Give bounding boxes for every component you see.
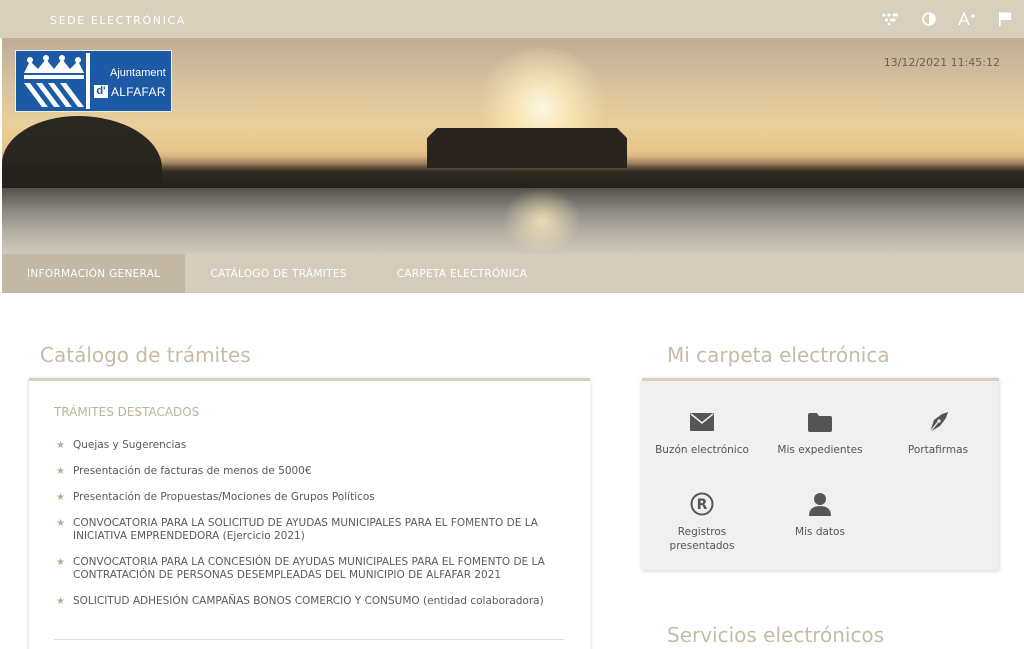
- pen-nib-icon: [878, 409, 998, 435]
- tramite-link[interactable]: CONVOCATORIA PARA LA SOLICITUD DE AYUDAS…: [73, 517, 538, 542]
- tab-catalogo-tramites[interactable]: CATÁLOGO DE TRÁMITES: [185, 254, 371, 293]
- tab-informacion-general[interactable]: INFORMACIÓN GENERAL: [2, 254, 186, 293]
- carpeta-item-expedientes[interactable]: Mis expedientes: [760, 409, 880, 457]
- tramites-heading: TRÁMITES DESTACADOS: [54, 405, 200, 419]
- envelope-icon: [642, 409, 762, 435]
- banner-building: [427, 128, 627, 168]
- header-banner: Ajuntament d' ALFAFAR 13/12/2021 11:45:1…: [2, 38, 1024, 254]
- font-size-icon[interactable]: [948, 0, 986, 38]
- folder-icon: [760, 409, 880, 435]
- list-item[interactable]: ★ Presentación de facturas de menos de 50…: [54, 465, 569, 478]
- logo-text-alfafar: ALFAFAR: [111, 85, 166, 99]
- carpeta-label: Registros presentados: [669, 526, 735, 552]
- carpeta-label: Mis datos: [795, 526, 845, 538]
- tab-carpeta-electronica[interactable]: CARPETA ELECTRÓNICA: [372, 254, 553, 293]
- language-flag-icon[interactable]: [986, 0, 1024, 38]
- carpeta-title: Mi carpeta electrónica: [667, 343, 890, 367]
- logo-text-ajuntament: Ajuntament: [110, 67, 166, 79]
- tramite-link[interactable]: Presentación de Propuestas/Mociones de G…: [73, 491, 375, 503]
- carpeta-label: Mis expedientes: [777, 444, 863, 456]
- star-icon: ★: [56, 440, 65, 451]
- tramite-link[interactable]: CONVOCATORIA PARA LA CONCESIÓN DE AYUDAS…: [73, 556, 545, 581]
- accessibility-toolbar: [872, 0, 1024, 38]
- carpeta-item-mis-datos[interactable]: Mis datos: [760, 491, 880, 539]
- servicios-title: Servicios electrónicos: [667, 623, 885, 647]
- tramite-link[interactable]: Presentación de facturas de menos de 500…: [73, 465, 312, 477]
- list-item[interactable]: ★ SOLICITUD ADHESIÓN CAMPAÑAS BONOS COMER…: [54, 595, 569, 608]
- tramites-card: TRÁMITES DESTACADOS ★ Quejas y Sugerencia…: [29, 378, 590, 649]
- accessibility-dots-icon[interactable]: [872, 0, 910, 38]
- star-icon: ★: [56, 557, 65, 568]
- current-datetime: 13/12/2021 11:45:12: [883, 56, 1000, 69]
- contrast-icon[interactable]: [910, 0, 948, 38]
- carpeta-item-portafirmas[interactable]: Portafirmas: [878, 409, 998, 457]
- tramite-link[interactable]: Quejas y Sugerencias: [73, 439, 186, 451]
- banner-reflection: [502, 188, 582, 254]
- municipality-logo[interactable]: Ajuntament d' ALFAFAR: [15, 50, 172, 112]
- main-nav: INFORMACIÓN GENERAL CATÁLOGO DE TRÁMITES…: [2, 254, 1024, 293]
- carpeta-item-buzon[interactable]: Buzón electrónico: [642, 409, 762, 457]
- registered-icon: R: [642, 491, 762, 517]
- star-icon: ★: [56, 518, 65, 529]
- main-content: Catálogo de trámites TRÁMITES DESTACADOS…: [2, 293, 1024, 649]
- site-title: SEDE ELECTRÓNICA: [50, 14, 186, 27]
- carpeta-card: Buzón electrónico Mis expedientes Portaf…: [642, 378, 999, 570]
- carpeta-item-registros[interactable]: R Registros presentados: [642, 491, 762, 553]
- tramite-link[interactable]: SOLICITUD ADHESIÓN CAMPAÑAS BONOS COMERC…: [73, 595, 544, 607]
- list-item[interactable]: ★ Presentación de Propuestas/Mociones de …: [54, 491, 569, 504]
- catalogo-title: Catálogo de trámites: [40, 343, 251, 367]
- list-item[interactable]: ★ CONVOCATORIA PARA LA SOLICITUD DE AYUDA…: [54, 517, 569, 543]
- user-icon: [760, 491, 880, 517]
- carpeta-label: Portafirmas: [907, 444, 969, 456]
- top-bar: SEDE ELECTRÓNICA: [0, 0, 1024, 38]
- tramites-divider: [54, 639, 564, 640]
- crown-shield-icon: [18, 53, 90, 109]
- list-item[interactable]: ★ CONVOCATORIA PARA LA CONCESIÓN DE AYUDA…: [54, 556, 569, 582]
- star-icon: ★: [56, 466, 65, 477]
- star-icon: ★: [56, 492, 65, 503]
- star-icon: ★: [56, 596, 65, 607]
- carpeta-label: Buzón electrónico: [655, 444, 749, 456]
- tramites-list: ★ Quejas y Sugerencias ★ Presentación de f…: [54, 439, 569, 621]
- logo-prefix: d': [94, 85, 108, 98]
- list-item[interactable]: ★ Quejas y Sugerencias: [54, 439, 569, 452]
- svg-text:R: R: [697, 497, 708, 513]
